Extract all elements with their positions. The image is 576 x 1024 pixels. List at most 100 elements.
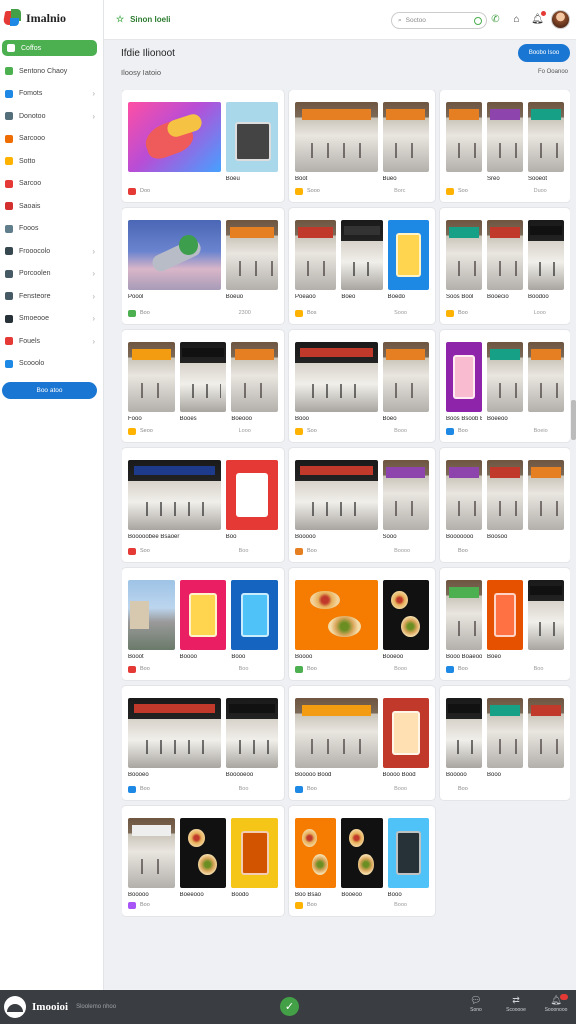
product-image[interactable] — [341, 818, 383, 888]
product-title[interactable]: Sooeot — [528, 176, 564, 182]
product-image[interactable] — [487, 102, 523, 172]
product-title[interactable]: Bueo — [383, 176, 429, 182]
product-title[interactable]: Booooooo — [446, 534, 482, 540]
product-image[interactable] — [128, 220, 221, 290]
scrollbar-thumb[interactable] — [571, 400, 576, 440]
product-image[interactable] — [128, 698, 221, 768]
product-title[interactable]: Boeo — [487, 654, 523, 660]
product-title[interactable]: Sooo — [383, 534, 429, 540]
brand[interactable]: Imalnio — [0, 0, 103, 36]
product-card[interactable]: Booooo Boeeooo Boodo Boo — [122, 806, 284, 916]
product-title[interactable]: Sreo — [487, 176, 523, 182]
product-image[interactable] — [528, 580, 564, 650]
product-title[interactable]: Boedo — [388, 294, 429, 300]
sidebar-item[interactable]: Donotoo › — [0, 105, 103, 128]
sidebar-item[interactable]: Smoeooe › — [0, 308, 103, 331]
search-input[interactable]: ⌕ Soctoo — [391, 12, 487, 29]
product-title[interactable]: Boodoo — [528, 294, 564, 300]
sidebar-item[interactable]: Sotto — [0, 150, 103, 173]
sidebar-item[interactable]: Porcoolen › — [0, 263, 103, 286]
product-title[interactable]: Booooo — [446, 772, 482, 778]
product-image[interactable] — [231, 580, 278, 650]
product-image[interactable] — [528, 460, 564, 530]
product-title[interactable]: Boeeoo — [487, 416, 523, 422]
product-image[interactable] — [487, 342, 523, 412]
product-title[interactable]: Boooo Bood — [383, 772, 429, 778]
product-title[interactable]: Booot — [128, 654, 175, 660]
product-title[interactable]: Soos Bool — [446, 294, 482, 300]
product-card[interactable]: Boo Bsao Booeoo Booo Boo Booo — [289, 806, 435, 916]
product-image[interactable] — [295, 580, 378, 650]
product-image[interactable] — [446, 102, 482, 172]
product-card[interactable]: Boot Bueo Sooo Borc — [289, 90, 435, 202]
product-image[interactable] — [446, 698, 482, 768]
product-image[interactable] — [446, 460, 482, 530]
product-title[interactable]: Booeoo — [383, 654, 429, 660]
product-title[interactable]: Booecio — [487, 294, 523, 300]
product-card[interactable]: Booooo Sooo Boo Boooo — [289, 448, 435, 562]
whatsapp-icon[interactable]: ✆ — [488, 12, 503, 27]
product-card[interactable]: Boooeo Booooeoo Boo Boo — [122, 686, 284, 800]
product-title[interactable]: Boeo — [341, 294, 382, 300]
product-title[interactable]: Booo — [231, 654, 278, 660]
footer-action[interactable]: 💬︎ Sono — [462, 995, 490, 1013]
product-image[interactable] — [179, 818, 227, 888]
product-card[interactable]: Boeu Doo — [122, 90, 284, 202]
sidebar-item[interactable]: Saoais — [0, 195, 103, 218]
product-title[interactable]: Booo — [487, 772, 523, 778]
sidebar-item[interactable]: Coffos — [2, 40, 97, 56]
product-image[interactable] — [128, 580, 175, 650]
product-title[interactable]: Boeuo — [226, 294, 278, 300]
avatar[interactable] — [551, 10, 570, 29]
product-title[interactable]: Booo — [388, 892, 429, 898]
product-title[interactable]: Boo Bsao — [295, 892, 336, 898]
product-image[interactable] — [382, 460, 429, 530]
product-card[interactable]: Booooo Booo Boo — [440, 686, 570, 800]
product-title[interactable]: Boosoo — [487, 534, 523, 540]
search-go-icon[interactable] — [474, 16, 482, 25]
product-image[interactable] — [387, 818, 429, 888]
product-image[interactable] — [382, 698, 429, 768]
product-card[interactable]: Booo Boaeooooo Bodo Boeo Boo Boo — [440, 568, 570, 680]
product-image[interactable] — [295, 220, 337, 290]
product-title[interactable]: Booooeoo — [226, 772, 278, 778]
product-title[interactable]: Poeaoo — [295, 294, 336, 300]
product-image[interactable] — [528, 698, 564, 768]
product-card[interactable]: Poeaoo Boeo Boedo Bos Sooo — [289, 208, 435, 324]
product-title[interactable]: Fooo — [128, 416, 175, 422]
product-image[interactable] — [179, 580, 227, 650]
product-card[interactable]: Booooobee Bsaoer Boo Soo Boo — [122, 448, 284, 562]
product-image[interactable] — [446, 580, 482, 650]
product-card[interactable]: Booot Boooo Booo Boo Boo — [122, 568, 284, 680]
product-card[interactable]: Sreo Sooeot Soo Duoo — [440, 90, 570, 202]
product-card[interactable]: Poool Boeuo Boo 2300 — [122, 208, 284, 324]
product-title[interactable]: Boo — [226, 534, 278, 540]
product-image[interactable] — [528, 102, 564, 172]
product-image[interactable] — [446, 342, 482, 412]
product-image[interactable] — [128, 102, 221, 172]
product-image[interactable] — [225, 220, 278, 290]
home-icon[interactable]: ⌂ — [509, 12, 524, 27]
sidebar-item[interactable]: Sarcoo — [0, 173, 103, 196]
product-card[interactable]: Soos Bool Booecio Boodoo Boo Looo — [440, 208, 570, 324]
product-image[interactable] — [487, 460, 523, 530]
product-image[interactable] — [387, 220, 429, 290]
product-image[interactable] — [295, 818, 337, 888]
product-image[interactable] — [382, 102, 429, 172]
primary-action-button[interactable]: Boobo Isoo — [518, 44, 570, 62]
footer-action[interactable]: 🔔︎ Sooonooo — [542, 994, 570, 1013]
header-title[interactable]: ☆ Sinon Ioeli — [116, 14, 171, 25]
sidebar-item[interactable]: Scooolo — [0, 353, 103, 376]
sidebar-item[interactable]: Sentono Chaoy — [0, 60, 103, 83]
product-image[interactable] — [225, 698, 278, 768]
product-card[interactable]: Booooo Bood Boooo Bood Boo Booo — [289, 686, 435, 800]
product-title[interactable]: Booo Boaeooooo Bodo — [446, 654, 482, 660]
product-title[interactable]: Boooo — [180, 654, 227, 660]
product-image[interactable] — [295, 342, 378, 412]
product-image[interactable] — [295, 460, 378, 530]
product-title[interactable]: Boos Bsoob Boody — [446, 416, 482, 422]
product-title[interactable]: Boodo — [231, 892, 278, 898]
product-image[interactable] — [382, 342, 429, 412]
product-image[interactable] — [487, 698, 523, 768]
product-card[interactable]: Fooo Booes Boeooo Seoo Looo — [122, 330, 284, 442]
